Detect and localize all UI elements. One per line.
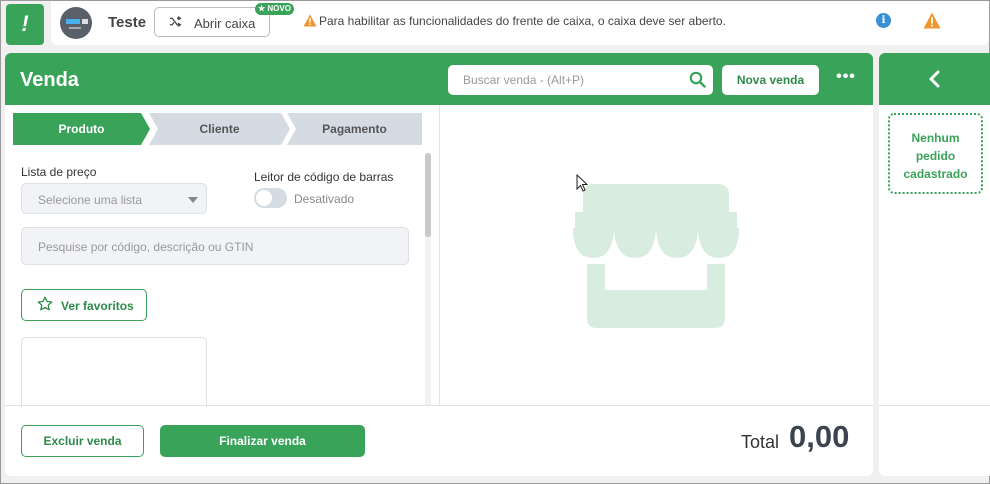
top-card: Teste Abrir caixa ★ NOVO Para habilitar … xyxy=(51,1,989,45)
warning-message: Para habilitar as funcionalidades do fre… xyxy=(319,14,726,28)
novo-badge: ★ NOVO xyxy=(255,3,294,15)
price-list-label: Lista de preço xyxy=(21,165,97,179)
sale-panel: Venda Buscar venda - (Alt+P) Nova venda … xyxy=(5,53,873,476)
star-icon xyxy=(37,296,53,311)
shuffle-icon xyxy=(169,15,182,31)
open-box-label: Abrir caixa xyxy=(194,16,256,31)
barcode-reader-state: Desativado xyxy=(294,192,355,206)
view-favorites-button[interactable]: Ver favoritos xyxy=(21,289,147,321)
total-label: Total xyxy=(741,432,780,452)
column-divider xyxy=(439,105,440,405)
price-list-select[interactable]: Selecione uma lista xyxy=(21,183,207,214)
sale-search-placeholder: Buscar venda - (Alt+P) xyxy=(463,73,585,87)
product-search-placeholder: Pesquise por código, descrição ou GTIN xyxy=(38,240,254,254)
product-search-input[interactable]: Pesquise por código, descrição ou GTIN xyxy=(21,227,409,265)
open-box-button[interactable]: Abrir caixa xyxy=(154,7,270,37)
page-title: Venda xyxy=(20,69,79,91)
search-icon[interactable] xyxy=(689,71,706,88)
barcode-reader-toggle[interactable] xyxy=(254,188,287,208)
sale-search-input[interactable]: Buscar venda - (Alt+P) xyxy=(448,65,713,95)
view-favorites-label: Ver favoritos xyxy=(61,299,134,313)
price-list-value: Selecione uma lista xyxy=(38,193,143,207)
new-sale-button[interactable]: Nova venda xyxy=(722,65,819,95)
empty-orders-line-1: Nenhum xyxy=(911,131,960,145)
alert-warning-icon[interactable] xyxy=(923,12,941,29)
top-bar: ! Teste Abrir caixa ★ NOVO Para habilita… xyxy=(1,1,989,45)
total-value: 0,00 xyxy=(789,419,850,454)
mouse-cursor xyxy=(576,174,588,192)
step-cliente[interactable]: Cliente xyxy=(149,113,290,145)
store-name: Teste xyxy=(108,14,147,31)
warning-icon xyxy=(303,14,317,27)
chevron-left-icon[interactable] xyxy=(927,69,943,89)
barcode-reader-label: Leitor de código de barras xyxy=(254,170,394,184)
delete-sale-button[interactable]: Excluir venda xyxy=(21,425,144,457)
orders-footer-divider xyxy=(879,405,990,406)
empty-orders-line-3: cadastrado xyxy=(903,167,968,181)
orders-header xyxy=(879,53,990,105)
store-avatar[interactable] xyxy=(60,7,92,39)
checkout-steps: Produto Cliente Pagamento xyxy=(13,113,422,145)
scrollbar-thumb[interactable] xyxy=(425,153,431,237)
empty-store-illustration xyxy=(573,184,739,328)
menu-logo-button[interactable]: ! xyxy=(6,4,44,45)
empty-orders-card: Nenhum pedido cadastrado xyxy=(888,113,983,194)
more-options-icon[interactable]: ••• xyxy=(836,68,856,88)
orders-panel: Nenhum pedido cadastrado xyxy=(879,53,990,476)
sale-header: Venda Buscar venda - (Alt+P) Nova venda … xyxy=(5,53,873,105)
chevron-down-icon xyxy=(188,197,198,203)
step-pagamento[interactable]: Pagamento xyxy=(287,113,422,145)
favorites-list xyxy=(21,337,207,407)
info-icon[interactable]: i xyxy=(876,13,891,28)
finish-sale-button[interactable]: Finalizar venda xyxy=(160,425,365,457)
step-produto[interactable]: Produto xyxy=(13,113,150,145)
empty-orders-line-2: pedido xyxy=(915,149,956,163)
footer-divider xyxy=(5,405,873,406)
